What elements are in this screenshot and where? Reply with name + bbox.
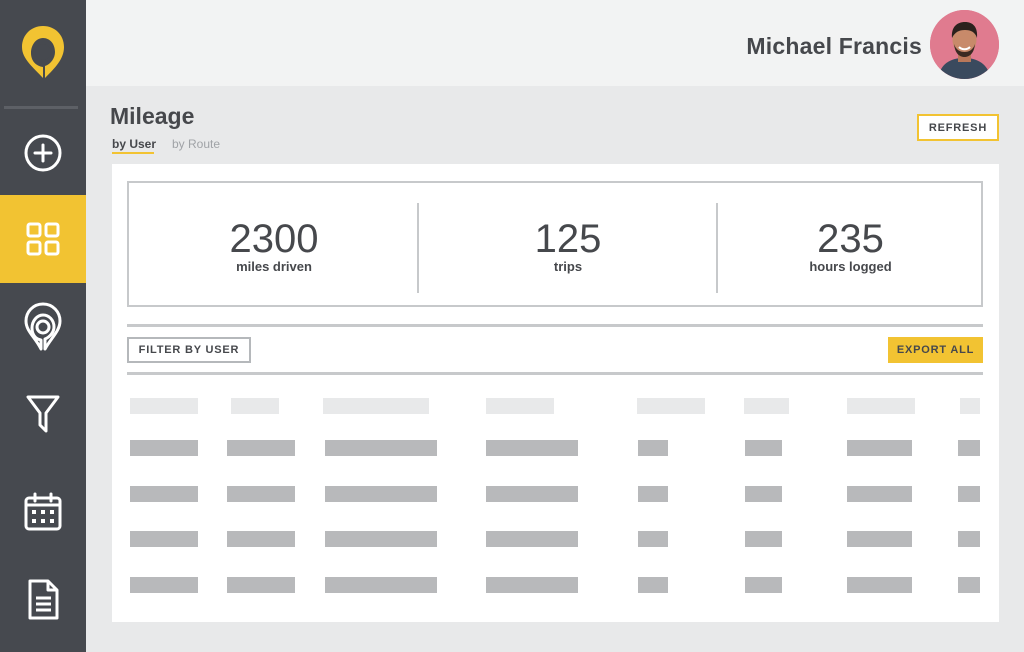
sidebar: [0, 0, 86, 652]
sidebar-item-reports[interactable]: [0, 556, 86, 644]
table-cell: [486, 531, 578, 547]
app-logo[interactable]: [0, 0, 86, 104]
table-cell: [958, 577, 980, 593]
table-header-cell[interactable]: [486, 398, 554, 414]
stat-trips: 125 trips: [419, 183, 717, 305]
filter-by-user-button[interactable]: FILTER BY USER: [127, 337, 251, 363]
table-cell: [130, 531, 198, 547]
active-tab-indicator: [112, 152, 154, 154]
stat-miles: 2300 miles driven: [129, 183, 419, 305]
table-cell: [958, 486, 980, 502]
table-cell: [958, 440, 980, 456]
table-cell: [227, 531, 295, 547]
location-logo-icon: [22, 26, 64, 78]
stat-value: 125: [534, 217, 602, 261]
user-avatar-image: [930, 10, 999, 79]
table-cell: [486, 577, 578, 593]
table-cell: [847, 531, 912, 547]
main-panel: 2300 miles driven 125 trips 235 hours lo…: [112, 164, 999, 622]
table-cell: [847, 577, 912, 593]
table-cell: [638, 577, 668, 593]
table-header-cell[interactable]: [231, 398, 279, 414]
location-pin-icon: [24, 302, 62, 351]
sidebar-item-calendar[interactable]: [0, 468, 86, 556]
table-top-divider: [127, 372, 983, 375]
stat-label: hours logged: [809, 259, 892, 274]
sidebar-item-filter[interactable]: [0, 370, 86, 458]
sidebar-item-locations[interactable]: [0, 283, 86, 371]
stats-card: 2300 miles driven 125 trips 235 hours lo…: [127, 181, 983, 307]
stat-value: 2300: [229, 217, 319, 261]
table-cell: [325, 440, 437, 456]
table-cell: [227, 577, 295, 593]
table-cell: [638, 531, 668, 547]
table-cell: [486, 486, 578, 502]
table-cell: [130, 577, 198, 593]
table-header-cell[interactable]: [744, 398, 789, 414]
table-cell: [745, 531, 782, 547]
table-cell: [745, 486, 782, 502]
tab-by-route[interactable]: by Route: [172, 137, 220, 151]
table-cell: [638, 486, 668, 502]
page-title: Mileage: [110, 103, 195, 129]
section-divider: [127, 324, 983, 327]
document-icon: [28, 579, 59, 620]
top-header: Michael Francis: [86, 0, 1024, 86]
sidebar-item-dashboard[interactable]: [0, 195, 86, 283]
table-cell: [847, 486, 912, 502]
table-header-cell[interactable]: [847, 398, 915, 414]
grid-icon: [26, 222, 60, 256]
table-cell: [227, 440, 295, 456]
table-cell: [130, 486, 198, 502]
table-cell: [130, 440, 198, 456]
user-name[interactable]: Michael Francis: [746, 33, 922, 60]
filter-icon: [26, 395, 60, 433]
calendar-icon: [24, 492, 62, 531]
plus-circle-icon: [24, 134, 62, 172]
stat-label: miles driven: [236, 259, 312, 274]
tab-by-user[interactable]: by User: [112, 137, 156, 151]
table-header-cell[interactable]: [130, 398, 198, 414]
table-header-cell[interactable]: [960, 398, 980, 414]
stat-label: trips: [553, 259, 583, 274]
table-header-cell[interactable]: [637, 398, 705, 414]
table-cell: [745, 440, 782, 456]
stat-value: 235: [817, 217, 884, 261]
table-cell: [325, 577, 437, 593]
table-cell: [745, 577, 782, 593]
table-cell: [227, 486, 295, 502]
table-cell: [486, 440, 578, 456]
export-all-button[interactable]: EXPORT ALL: [888, 337, 983, 363]
sidebar-item-add[interactable]: [0, 109, 86, 197]
table-header-cell[interactable]: [323, 398, 429, 414]
table-cell: [638, 440, 668, 456]
table-cell: [325, 531, 437, 547]
table-cell: [325, 486, 437, 502]
avatar[interactable]: [930, 10, 999, 79]
refresh-button[interactable]: REFRESH: [917, 114, 999, 141]
stat-hours: 235 hours logged: [718, 183, 983, 305]
table-cell: [958, 531, 980, 547]
table-cell: [847, 440, 912, 456]
